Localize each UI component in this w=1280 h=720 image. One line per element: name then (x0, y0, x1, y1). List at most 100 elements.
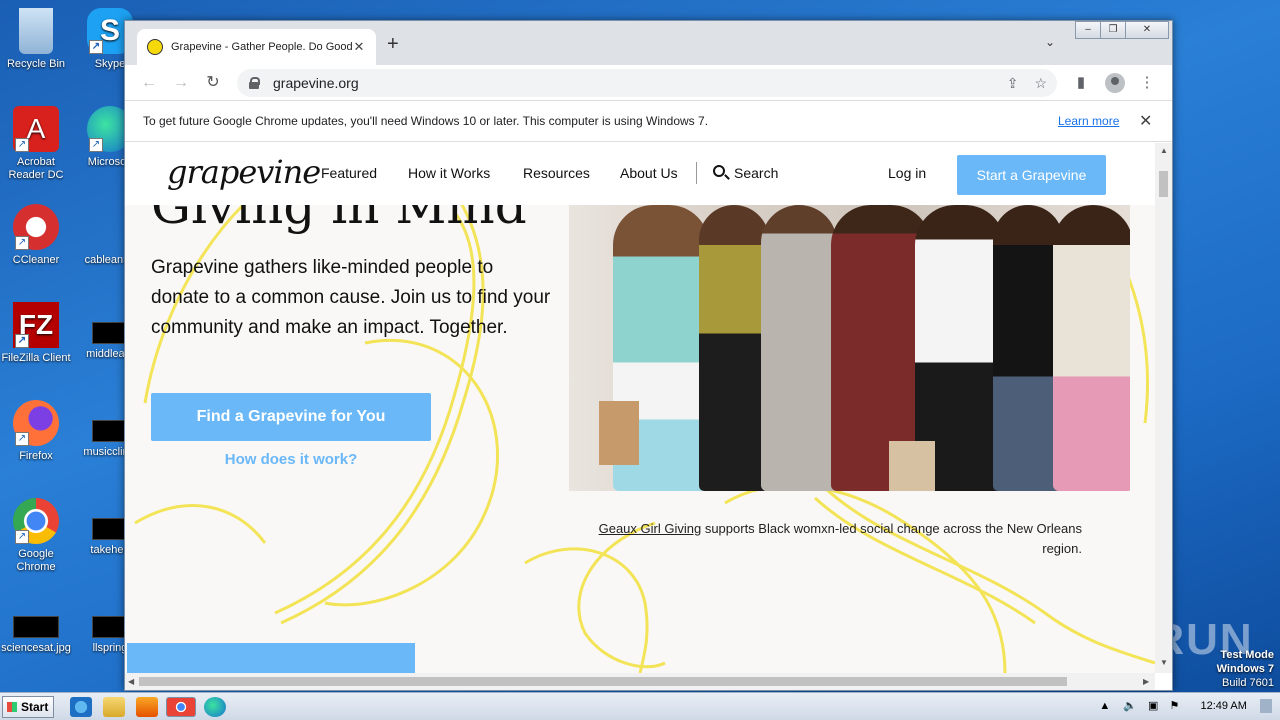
hero-description: Grapevine gathers like-minded people to … (151, 257, 551, 338)
back-arrow-icon[interactable]: ← (137, 71, 161, 95)
geaux-girl-giving-link[interactable]: Geaux Girl Giving (599, 521, 702, 536)
start-a-grapevine-button[interactable]: Start a Grapevine (957, 155, 1106, 195)
test-mode-notice: Test Mode Windows 7 Build 7601 (1217, 648, 1274, 690)
nav-divider (696, 162, 697, 184)
network-icon[interactable]: ▣ (1148, 700, 1158, 712)
search-icon[interactable] (713, 165, 725, 177)
filezilla-icon: FZ ↗ (13, 302, 59, 348)
recycle-bin-icon (19, 8, 53, 54)
tab-search-chevron-icon[interactable]: ⌄ (1045, 35, 1055, 49)
test-mode-line: Test Mode (1220, 649, 1274, 661)
nav-about-us[interactable]: About Us (620, 165, 678, 181)
desktop-icon-ccleaner[interactable]: ↗ CCleaner (0, 204, 74, 267)
close-window-button[interactable]: ✕ (1125, 21, 1169, 39)
gift-bag (889, 441, 935, 491)
desktop-icon-recycle-bin[interactable]: Recycle Bin (0, 8, 74, 71)
firefox-icon: ↗ (13, 400, 59, 446)
flag-icon[interactable]: ⚑ (1170, 700, 1180, 712)
find-a-grapevine-button[interactable]: Find a Grapevine for You (151, 393, 431, 441)
clock[interactable]: 12:49 AM (1200, 700, 1246, 712)
bookmark-star-icon[interactable]: ☆ (1034, 75, 1047, 92)
photo-figure (761, 205, 837, 491)
desktop-icon-sciencesat[interactable]: sciencesat.jpg (0, 616, 74, 655)
vertical-scrollbar[interactable]: ▲ ▼ (1155, 143, 1172, 673)
show-desktop-button[interactable] (1260, 699, 1272, 714)
how-does-it-work-link[interactable]: How does it work? (151, 451, 431, 468)
test-mode-line: Windows 7 (1216, 663, 1274, 675)
profile-avatar-icon[interactable] (1103, 71, 1127, 95)
file-thumbnail-icon (92, 518, 128, 540)
nav-resources[interactable]: Resources (523, 165, 590, 181)
scroll-down-arrow-icon[interactable]: ▼ (1160, 658, 1168, 667)
nav-how-it-works[interactable]: How it Works (408, 165, 490, 181)
login-link[interactable]: Log in (888, 165, 926, 181)
photo-figure (1053, 205, 1130, 491)
file-thumbnail-icon (92, 616, 128, 638)
nav-featured[interactable]: Featured (321, 165, 377, 181)
site-header: grapevine Featured How it Works Resource… (125, 143, 1155, 205)
page-viewport: grapevine Featured How it Works Resource… (125, 143, 1155, 673)
chrome-taskbar-icon[interactable] (166, 697, 196, 717)
desktop-icon-label: Acrobat Reader DC (8, 156, 64, 181)
gift-bag (599, 401, 639, 465)
forward-arrow-icon[interactable]: → (169, 71, 193, 95)
desktop-icon-label: CCleaner (12, 254, 60, 266)
nav-search[interactable]: Search (734, 165, 778, 181)
desktop-icon-filezilla[interactable]: FZ ↗ FileZilla Client (0, 302, 74, 365)
blue-panel (127, 643, 415, 673)
photo-caption: Geaux Girl Giving supports Black womxn-l… (569, 519, 1082, 559)
tab-close-icon[interactable]: ✕ (352, 39, 366, 55)
infobar-message: To get future Google Chrome updates, you… (143, 114, 709, 128)
scroll-up-arrow-icon[interactable]: ▲ (1160, 146, 1168, 155)
grapevine-favicon-icon (147, 39, 163, 55)
taskbar: Start ▲ 🔈 ▣ ⚑ 12:49 AM (0, 692, 1280, 720)
desktop-icon-acrobat[interactable]: A ↗ Acrobat Reader DC (0, 106, 74, 182)
horizontal-scroll-thumb[interactable] (139, 677, 1067, 686)
desktop-icon-label: Skype (94, 58, 126, 70)
internet-explorer-icon[interactable] (70, 697, 92, 717)
speaker-icon[interactable]: 🔈 (1123, 700, 1137, 712)
grapevine-logo[interactable]: grapevine (167, 153, 321, 191)
tab-title: Grapevine - Gather People. Do Good (171, 41, 352, 53)
new-tab-icon[interactable]: + (387, 33, 399, 56)
media-player-icon[interactable] (136, 697, 158, 717)
edge-taskbar-icon[interactable] (204, 697, 226, 717)
minimize-button[interactable]: – (1075, 21, 1101, 39)
desktop-icon-label: llspring (92, 642, 128, 654)
share-icon[interactable]: ⇪ (1007, 75, 1019, 92)
update-infobar: To get future Google Chrome updates, you… (125, 101, 1172, 142)
horizontal-scrollbar[interactable]: ◀ ▶ (125, 673, 1155, 690)
file-thumbnail-icon (92, 420, 128, 442)
url-text: grapevine.org (273, 75, 359, 91)
desktop-icon-label: Google Chrome (16, 548, 56, 573)
test-mode-line: Build 7601 (1222, 677, 1274, 689)
restore-button[interactable]: ❐ (1100, 21, 1126, 39)
infobar-close-icon[interactable]: ✕ (1139, 111, 1152, 131)
image-thumbnail-icon (13, 616, 59, 638)
desktop-icon-firefox[interactable]: ↗ Firefox (0, 400, 74, 463)
title-bar: Grapevine - Gather People. Do Good ✕ + ⌄… (125, 21, 1172, 65)
lock-icon[interactable] (249, 77, 260, 89)
ccleaner-icon: ↗ (13, 204, 59, 250)
browser-window: Grapevine - Gather People. Do Good ✕ + ⌄… (124, 20, 1173, 691)
browser-toolbar: ← → ↻ grapevine.org ⇪ ☆ ▮ ⋮ (125, 65, 1172, 101)
desktop-icon-label: Recycle Bin (6, 58, 66, 70)
desktop-icon-google-chrome[interactable]: ↗ Google Chrome (0, 498, 74, 574)
menu-kebab-icon[interactable]: ⋮ (1135, 71, 1159, 95)
acrobat-icon: A ↗ (13, 106, 59, 152)
scroll-right-arrow-icon[interactable]: ▶ (1143, 677, 1149, 686)
reload-icon[interactable]: ↻ (201, 71, 225, 95)
learn-more-link[interactable]: Learn more (1058, 114, 1119, 128)
vertical-scroll-thumb[interactable] (1159, 171, 1168, 197)
file-explorer-icon[interactable] (103, 697, 125, 717)
tab-grapevine[interactable]: Grapevine - Gather People. Do Good ✕ (137, 29, 376, 65)
tray-expand-icon[interactable]: ▲ (1099, 700, 1110, 712)
hero-photo (569, 205, 1130, 491)
system-tray: ▲ 🔈 ▣ ⚑ 12:49 AM (1099, 699, 1272, 714)
desktop-icon-label: sciencesat.jpg (1, 642, 71, 654)
address-bar[interactable]: grapevine.org ⇪ ☆ (237, 69, 1057, 97)
side-panel-icon[interactable]: ▮ (1069, 71, 1093, 95)
scroll-left-arrow-icon[interactable]: ◀ (128, 677, 134, 686)
caption-text: supports Black womxn-led social change a… (701, 521, 1082, 556)
start-button[interactable]: Start (2, 696, 54, 718)
